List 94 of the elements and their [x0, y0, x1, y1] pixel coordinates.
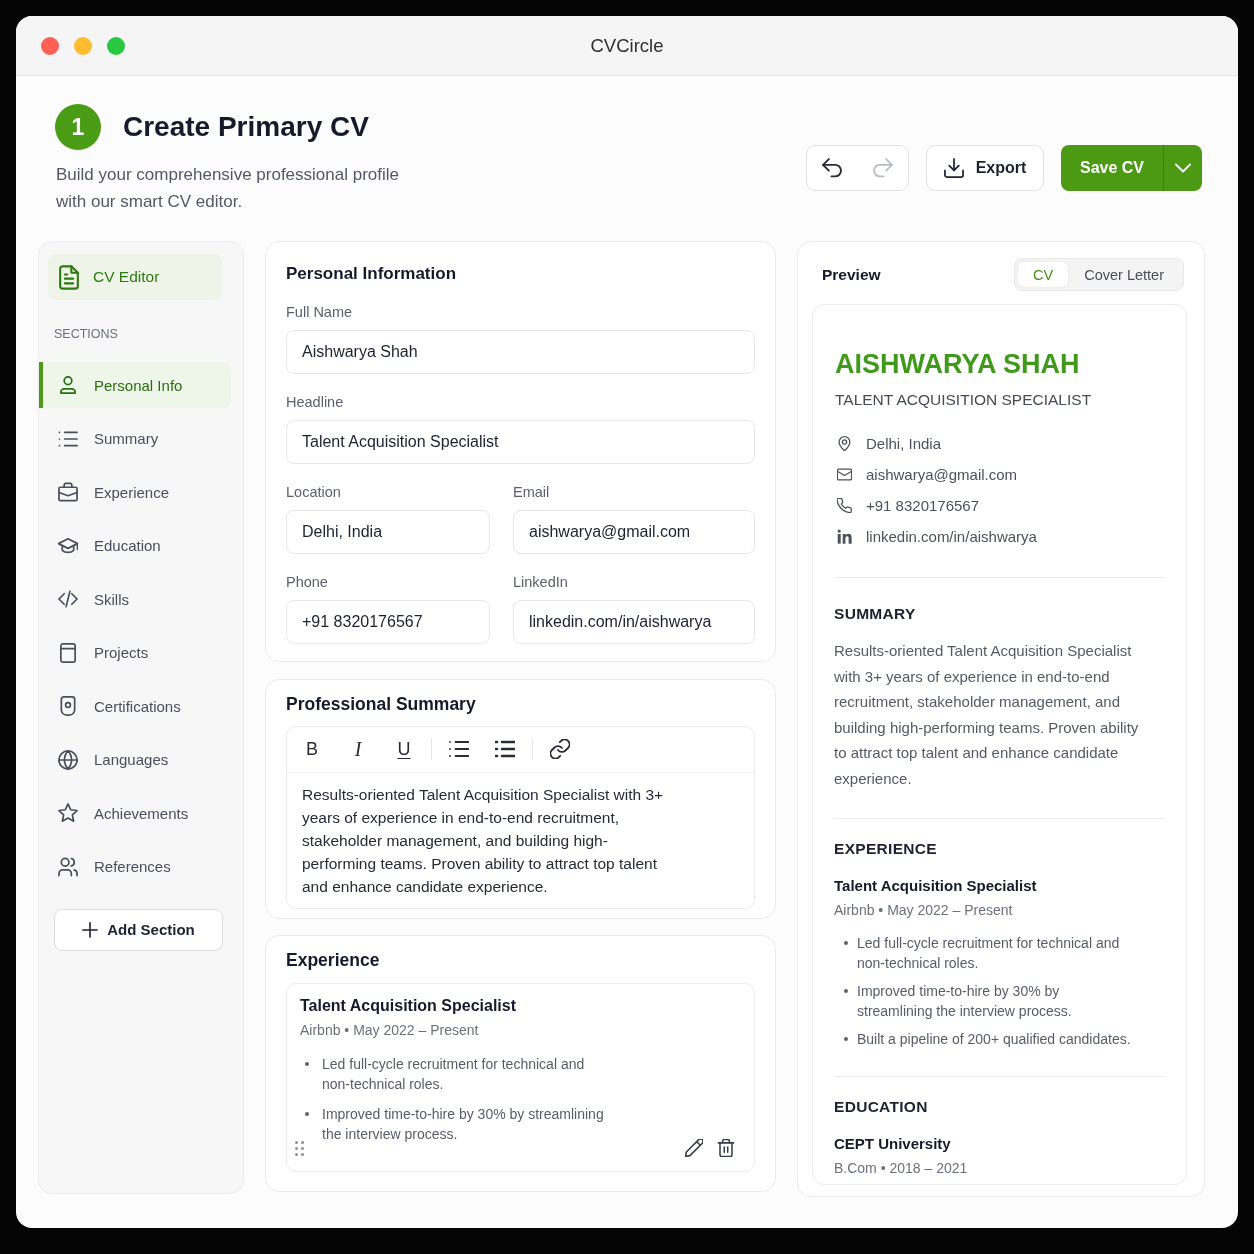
page-title: Create Primary CV [123, 111, 369, 143]
sidebar-item[interactable]: Certifications [39, 683, 231, 730]
entry-meta: Airbnb • May 2022 – Present [300, 1021, 480, 1039]
sidebar-item[interactable]: Skills [39, 576, 231, 623]
bullet-icon [844, 941, 848, 945]
users-icon [58, 856, 78, 877]
briefcase-icon [58, 482, 78, 503]
download-icon [943, 158, 964, 178]
sidebar-item[interactable]: References [39, 843, 231, 890]
mail-icon [837, 466, 852, 482]
input-field[interactable]: Talent Acquisition Specialist [286, 420, 755, 464]
export-button[interactable]: Export [926, 145, 1044, 191]
document-icon [59, 264, 79, 290]
map-pin-icon [837, 435, 852, 451]
bullet-text: Built a pipeline of 200+ qualified candidates. [857, 1030, 1131, 1049]
graduation-cap-icon [58, 535, 78, 556]
redo-icon [872, 158, 893, 178]
input-field[interactable]: linkedin.com/in/aishwarya [513, 600, 755, 644]
file-icon [58, 642, 78, 663]
section-heading: SUMMARY [834, 604, 917, 624]
undo-icon [822, 158, 843, 178]
card-title: Professional Summary [286, 692, 477, 715]
field-label: Phone [286, 573, 329, 591]
summary-text: Results-oriented Talent Acquisition Specialist with 3+ years of experience in end-to-end recruitment, stakeholder management, and building high-performing teams. Proven ability to attract top talent and enhance candidate experience. [834, 641, 1140, 789]
sidebar-item[interactable]: Achievements [39, 790, 231, 837]
sidebar-item[interactable]: Education [39, 522, 231, 569]
bold-button[interactable]: B [296, 733, 328, 765]
section-heading: EXPERIENCE [834, 839, 938, 859]
code-icon [58, 589, 78, 610]
entry-title: CEPT University [834, 1134, 952, 1154]
sidebar-item[interactable]: Summary [39, 415, 231, 462]
entry-title: Talent Acquisition Specialist [834, 876, 1038, 896]
field-label: LinkedIn [513, 573, 569, 591]
field-label: Headline [286, 393, 345, 411]
drag-handle-icon[interactable] [295, 1140, 304, 1156]
linkedin-icon [837, 528, 852, 544]
editor-nav-item[interactable]: CV Editor [48, 254, 222, 300]
preview-title: Preview [822, 265, 881, 284]
sections-heading: SECTIONS [54, 326, 119, 342]
card-title: Experience [286, 949, 381, 971]
page-subtitle: Build your comprehensive professional profile with our smart CV editor. [56, 164, 400, 213]
entry-title: Talent Acquisition Specialist [300, 996, 518, 1016]
bullet-list-icon[interactable] [495, 739, 515, 759]
badge-icon [58, 696, 78, 717]
bullet-icon [844, 989, 848, 993]
input-field[interactable]: Aishwarya Shah [286, 330, 755, 374]
sidebar-item[interactable]: Languages [39, 736, 231, 783]
phone-icon [837, 497, 852, 513]
text-area[interactable]: Results-oriented Talent Acquisition Specialist with 3+ years of experience in end-to-end recruitment, stakeholder management, and building high-performing teams. Proven ability to attract top talent and enhance candidate experience. [287, 772, 754, 898]
bullet-icon [305, 1112, 309, 1116]
sidebar-item[interactable]: Experience [39, 469, 231, 516]
save-button[interactable]: Save CV [1061, 145, 1163, 191]
list-icon [58, 428, 78, 449]
field-label: Location [286, 483, 342, 501]
cv-headline: TALENT ACQUISITION SPECIALIST [834, 390, 1093, 410]
contact-text: aishwarya@gmail.com [866, 465, 1018, 483]
contact-text: Delhi, India [866, 434, 942, 452]
bullet-icon [844, 1037, 848, 1041]
pencil-icon[interactable] [685, 1139, 703, 1157]
step-number: 1 [55, 104, 101, 150]
entry-meta: B.Com • 2018 – 2021 [834, 1159, 969, 1177]
plus-icon [82, 921, 99, 938]
preview-tab[interactable]: CV [1018, 262, 1069, 287]
person-icon [58, 375, 78, 395]
link-icon[interactable] [550, 739, 570, 759]
sidebar-item[interactable]: Projects [39, 629, 231, 676]
sidebar-item[interactable]: Personal Info [39, 362, 231, 408]
bullet-text: Improved time-to-hire by 30% by streamlining the interview process. [322, 1105, 605, 1144]
card-title: Personal Information [286, 263, 458, 285]
input-field[interactable]: Delhi, India [286, 510, 490, 554]
field-label: Email [513, 483, 551, 501]
add-section-button[interactable]: Add Section [54, 908, 223, 951]
italic-button[interactable]: I [342, 733, 374, 765]
underline-button[interactable]: U [388, 733, 420, 765]
entry-meta: Airbnb • May 2022 – Present [834, 901, 1014, 919]
bullet-text: Led full-cycle recruitment for technical and non-technical roles. [857, 934, 1121, 973]
input-field[interactable]: aishwarya@gmail.com [513, 510, 755, 554]
preview-tab[interactable]: Cover Letter [1068, 262, 1180, 287]
window-title: CVCircle [590, 34, 664, 57]
bullet-text: Improved time-to-hire by 30% by streamlining the interview process. [857, 982, 1073, 1021]
section-heading: EDUCATION [834, 1097, 929, 1117]
contact-text: +91 8320176567 [866, 496, 980, 514]
contact-text: linkedin.com/in/aishwarya [866, 527, 1037, 545]
trash-icon[interactable] [717, 1139, 735, 1157]
input-field[interactable]: +91 8320176567 [286, 600, 490, 644]
window-close-button[interactable] [41, 36, 59, 55]
list-icon[interactable] [449, 739, 469, 759]
globe-icon [58, 749, 78, 770]
bullet-text: Led full-cycle recruitment for technical and non-technical roles. [322, 1055, 586, 1094]
field-label: Full Name [286, 303, 354, 321]
dropdown-button[interactable] [1163, 145, 1202, 191]
bullet-icon [305, 1062, 309, 1066]
cv-name: AISHWARYA SHAH [834, 348, 1081, 380]
star-icon [58, 803, 78, 824]
